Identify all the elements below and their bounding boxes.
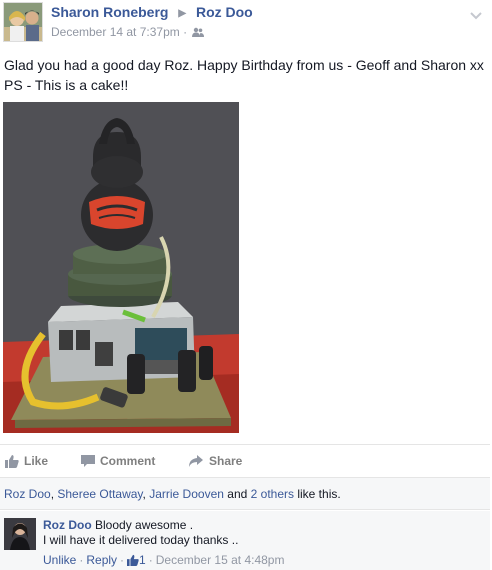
comment-like-count[interactable]: 1 [127,553,146,567]
thumbs-up-icon [127,554,139,566]
comment-text: Bloody awesome . [95,518,194,532]
author-name-link[interactable]: Sharon Roneberg [51,4,168,20]
meta-separator: · [183,25,188,39]
post-message: Glad you had a good day Roz. Happy Birth… [4,55,488,95]
friends-icon[interactable] [192,26,205,40]
comment: Roz Doo Bloody awesome . I will have it … [0,511,490,570]
share-label: Share [209,454,243,468]
like-count: 1 [139,553,146,567]
comment-actions: Unlike · Reply · 1 · December 15 at 4:48pm [43,553,284,567]
chevron-down-icon[interactable] [470,8,482,20]
unlike-link[interactable]: Unlike [43,553,76,567]
others-link[interactable]: 2 others [251,487,294,501]
thumbs-up-icon [5,455,19,468]
post-action-bar: Like Comment Share [0,444,490,477]
reply-link[interactable]: Reply [86,553,117,567]
liker-link[interactable]: Sheree Ottaway [57,487,142,501]
commenter-avatar[interactable] [4,518,36,550]
like-label: Like [24,454,49,468]
likes-summary: Roz Doo, Sheree Ottaway, Jarrie Dooven a… [0,477,490,510]
recipient-name-link[interactable]: Roz Doo [196,4,253,20]
separator: · [79,553,84,567]
post-header: Sharon Roneberg ▶ Roz Doo December 14 at… [0,0,492,46]
comment-timestamp[interactable]: December 15 at 4:48pm [156,553,285,567]
arrow-right-icon: ▶ [178,8,187,19]
post-participants: Sharon Roneberg ▶ Roz Doo [51,4,253,20]
share-button[interactable]: Share [188,454,242,468]
like-this-text: like this. [297,487,341,501]
comment-text: I will have it delivered today thanks .. [43,533,239,547]
comment-label: Comment [100,454,156,468]
commenter-name-link[interactable]: Roz Doo [43,518,92,532]
post-text-line: Glad you had a good day Roz. Happy Birth… [4,57,484,73]
liker-link[interactable]: Jarrie Dooven [149,487,224,501]
separator: · [148,553,153,567]
comma: , [50,487,55,501]
liker-link[interactable]: Roz Doo [4,487,51,501]
post-text-line: PS - This is a cake!! [4,77,129,93]
and-text: and [227,487,248,501]
post-meta: December 14 at 7:37pm · [51,25,205,40]
author-avatar[interactable] [3,2,43,42]
share-icon [189,455,203,467]
comment-icon [81,455,95,467]
post-timestamp[interactable]: December 14 at 7:37pm [51,25,180,39]
comma: , [142,487,146,501]
post-photo[interactable] [3,102,239,433]
like-button[interactable]: Like [5,454,48,468]
comment-body: Roz Doo Bloody awesome . I will have it … [43,518,238,548]
separator: · [120,553,125,567]
comment-button[interactable]: Comment [81,454,155,468]
